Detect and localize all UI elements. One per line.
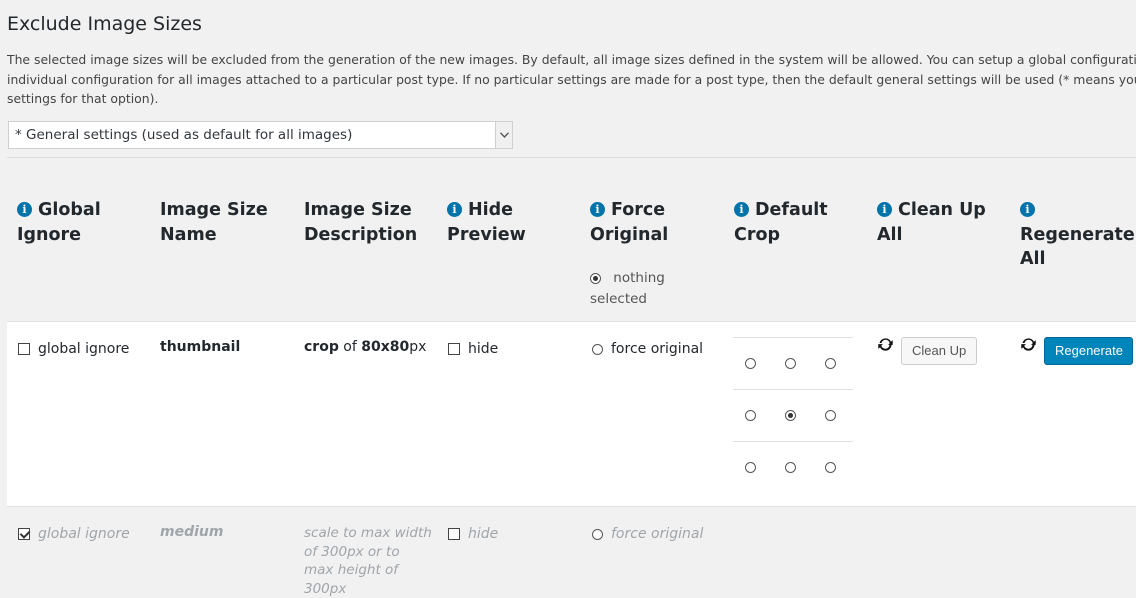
global-ignore-checkbox[interactable] — [18, 343, 30, 355]
col-hide-preview: i Hide Preview — [447, 200, 526, 245]
crop-left-center-radio[interactable] — [745, 410, 756, 421]
page-description: The selected image sizes will be exclude… — [7, 52, 1136, 106]
col-image-size-name: Image Size Name — [160, 200, 268, 245]
crop-right-top-radio[interactable] — [825, 358, 836, 369]
image-size-name: thumbnail — [160, 339, 241, 355]
crop-row-bottom — [733, 441, 853, 493]
refresh-icon[interactable] — [1020, 336, 1037, 358]
settings-select[interactable]: * General settings (used as default for … — [8, 121, 513, 149]
regenerate-button[interactable]: Regenerate — [1044, 337, 1133, 365]
hide-preview-checkbox[interactable] — [448, 528, 460, 540]
clean-up-button[interactable]: Clean Up — [901, 337, 978, 365]
nothing-selected-radio[interactable] — [590, 272, 601, 284]
force-original-radio[interactable] — [592, 343, 603, 355]
chevron-down-icon[interactable] — [495, 122, 512, 148]
hide-preview-checkbox[interactable] — [448, 343, 460, 355]
force-original-option[interactable]: force original — [592, 526, 703, 542]
col-default-crop: i Default Crop — [734, 200, 828, 245]
crop-row-top — [733, 337, 853, 389]
crop-row-center — [733, 389, 853, 441]
page-title: Exclude Image Sizes — [7, 13, 202, 35]
row-divider — [7, 506, 1136, 507]
image-size-name: medium — [160, 524, 224, 540]
col-force-original: i Force Original — [590, 200, 669, 245]
refresh-icon[interactable] — [877, 336, 894, 358]
settings-select-value: * General settings (used as default for … — [15, 127, 353, 143]
global-ignore-option[interactable]: global ignore — [18, 526, 130, 542]
info-icon[interactable]: i — [447, 202, 462, 217]
info-icon[interactable]: i — [734, 202, 749, 217]
info-icon[interactable]: i — [1020, 202, 1035, 217]
global-ignore-option[interactable]: global ignore — [18, 341, 129, 357]
crop-right-bottom-radio[interactable] — [825, 462, 836, 473]
crop-center-center-radio[interactable] — [785, 410, 796, 421]
crop-center-bottom-radio[interactable] — [785, 462, 796, 473]
force-original-nothing-option[interactable]: nothing selected — [590, 268, 700, 310]
image-size-description: crop of 80x80px — [304, 339, 427, 355]
col-global-ignore: i Global Ignore — [17, 200, 101, 245]
info-icon[interactable]: i — [17, 202, 32, 217]
hide-preview-option[interactable]: hide — [448, 526, 498, 542]
force-original-radio[interactable] — [592, 528, 603, 540]
col-regenerate-all: i Regenerate All — [1020, 202, 1135, 269]
crop-left-bottom-radio[interactable] — [745, 462, 756, 473]
crop-left-top-radio[interactable] — [745, 358, 756, 369]
col-image-size-description: Image Size Description — [304, 200, 418, 245]
crop-right-center-radio[interactable] — [825, 410, 836, 421]
force-original-option[interactable]: force original — [592, 341, 703, 357]
image-size-description: scale to max width of 300px or to max he… — [304, 525, 432, 597]
default-crop-grid — [733, 337, 853, 493]
global-ignore-checkbox[interactable] — [18, 528, 30, 540]
hide-preview-option[interactable]: hide — [448, 341, 498, 357]
crop-center-top-radio[interactable] — [785, 358, 796, 369]
col-clean-up-all: i Clean Up All — [877, 200, 986, 245]
header-divider — [7, 157, 1136, 158]
info-icon[interactable]: i — [590, 202, 605, 217]
info-icon[interactable]: i — [877, 202, 892, 217]
nothing-selected-label: nothing selected — [590, 270, 665, 307]
